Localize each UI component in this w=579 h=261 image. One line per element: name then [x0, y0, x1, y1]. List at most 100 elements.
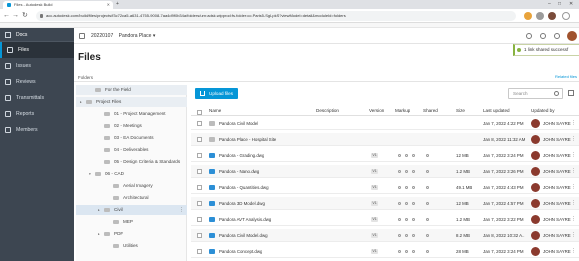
profile-avatar-icon[interactable] [548, 12, 556, 20]
folder-tree-item[interactable]: 03 - EA Documents [76, 133, 187, 143]
markup-icon [412, 186, 415, 189]
table-row[interactable]: Pandora AVT Analysis.dwg V1 1.2 MB Jan 7, 2… [191, 213, 579, 226]
new-tab-icon[interactable]: + [116, 0, 119, 8]
row-checkbox[interactable] [197, 121, 202, 126]
folder-tree-item[interactable]: Architectural [76, 193, 187, 203]
table-row[interactable]: Pandora Civil Model Jan 7, 2022 4:22 PM JO… [191, 117, 579, 130]
file-name: Pandora Civil Model [219, 121, 259, 126]
file-name-cell[interactable]: Pandora 3D Model.dwg [209, 197, 265, 210]
file-name-cell[interactable]: Pandora Civil Model.dwg [209, 229, 268, 242]
filter-icon[interactable] [568, 90, 574, 96]
version-badge[interactable]: V1 [371, 201, 378, 206]
back-icon[interactable]: ← [3, 10, 10, 22]
row-checkbox[interactable] [197, 249, 202, 254]
select-all-checkbox[interactable] [197, 110, 202, 115]
upload-files-button[interactable]: Upload files [195, 88, 238, 99]
row-more-icon[interactable]: ⋮ [571, 117, 576, 130]
folder-tree-item[interactable]: ▸ Project Files [76, 97, 187, 107]
url-field[interactable]: acc.autodesk.com/build/files/projects/f3… [36, 11, 516, 21]
sidebar-item-files[interactable]: Files [0, 42, 74, 58]
row-more-icon[interactable]: ⋮ [571, 133, 576, 146]
browser-tab[interactable]: Files - Autodesk Build ✕ [3, 1, 113, 9]
related-files-link[interactable]: Related files [555, 74, 577, 79]
close-window-icon[interactable]: ✕ [569, 0, 573, 8]
maximize-icon[interactable]: □ [558, 0, 561, 8]
table-row[interactable]: Pandora 3D Model.dwg V1 12 MB Jan 7, 2022 4… [191, 197, 579, 210]
version-badge[interactable]: V1 [371, 153, 378, 158]
row-checkbox[interactable] [197, 233, 202, 238]
column-header-markup[interactable]: Markup [395, 106, 410, 116]
table-row[interactable]: Pandora Place - Hospital Site Jan 8, 2022… [191, 133, 579, 146]
search-input[interactable]: Search [508, 88, 563, 99]
sidebar-item-reviews[interactable]: Reviews [0, 74, 74, 90]
folder-tree-item[interactable]: ▸ Civil ⋮ [76, 205, 187, 215]
row-checkbox[interactable] [197, 169, 202, 174]
folder-tree-item[interactable]: Aerial Imagery [76, 181, 187, 191]
table-row[interactable]: Pandora - Quantities.dwg V1 49.1 MB Jan 7, … [191, 181, 579, 194]
file-name-cell[interactable]: Pandora AVT Analysis.dwg [209, 213, 271, 226]
tab-folders[interactable]: Folders [78, 75, 93, 80]
folder-tree-item[interactable]: ▾ 06 - CAD [76, 169, 187, 179]
row-more-icon[interactable]: ⋮ [571, 229, 576, 242]
row-checkbox[interactable] [197, 217, 202, 222]
table-row[interactable]: Pandora - Nano.dwg V1 1.2 MB Jan 7, 2022 3:… [191, 165, 579, 178]
folder-tree-item[interactable]: For the Field [76, 85, 187, 95]
column-header-name[interactable]: Name [209, 106, 221, 116]
user-avatar[interactable] [567, 31, 577, 41]
browser-menu-icon[interactable] [562, 12, 570, 20]
sidebar-item-reports[interactable]: Reports [0, 106, 74, 122]
row-more-icon[interactable]: ⋮ [571, 245, 576, 258]
column-header-description[interactable]: Description [316, 106, 339, 116]
folder-tree-item[interactable]: 02 - Meetings [76, 121, 187, 131]
version-badge[interactable]: V1 [371, 249, 378, 254]
forward-icon[interactable]: → [12, 10, 19, 22]
folder-tree-item[interactable]: 05 - Design Criteria & Standards [76, 157, 187, 167]
module-switcher[interactable]: Docs [0, 28, 74, 42]
row-more-icon[interactable]: ⋮ [571, 213, 576, 226]
extensions-puzzle-icon[interactable] [536, 12, 544, 20]
row-checkbox[interactable] [197, 185, 202, 190]
row-more-icon[interactable]: ⋮ [571, 197, 576, 210]
column-header-updated-by[interactable]: Updated by [531, 106, 555, 116]
notifications-icon[interactable] [540, 33, 546, 39]
sidebar-item-issues[interactable]: Issues [0, 58, 74, 74]
row-more-icon[interactable]: ⋮ [571, 165, 576, 178]
version-badge[interactable]: V1 [371, 169, 378, 174]
file-name-cell[interactable]: Pandora Concept.dwg [209, 245, 262, 258]
table-row[interactable]: Pandora Concept.dwg V1 28 MB Jan 7, 2022 3:… [191, 245, 579, 258]
row-more-icon[interactable]: ⋮ [571, 149, 576, 162]
sidebar-item-members[interactable]: Members [0, 122, 74, 138]
file-name-cell[interactable]: Pandora - Grading.dwg [209, 149, 264, 162]
reload-icon[interactable]: ↻ [22, 10, 28, 22]
column-header-version[interactable]: Version [369, 106, 384, 116]
table-row[interactable]: Pandora Civil Model.dwg V1 8.2 MB Jan 8, 20… [191, 229, 579, 242]
project-selector[interactable]: 20220107 Pandora Place ▾ [91, 28, 155, 44]
minimize-icon[interactable]: – [548, 0, 551, 8]
column-header-last-updated[interactable]: Last updated [483, 106, 510, 116]
folder-more-icon[interactable]: ⋮ [179, 205, 184, 215]
version-badge[interactable]: V1 [371, 185, 378, 190]
extension-icon[interactable] [524, 12, 532, 20]
row-checkbox[interactable] [197, 153, 202, 158]
help-icon[interactable] [526, 33, 532, 39]
row-checkbox[interactable] [197, 137, 202, 142]
sidebar-item-transmittals[interactable]: Transmittals [0, 90, 74, 106]
file-name-cell[interactable]: Pandora - Quantities.dwg [209, 181, 269, 194]
row-checkbox[interactable] [197, 201, 202, 206]
folder-tree-item[interactable]: Utilities [76, 241, 187, 251]
apps-icon[interactable] [554, 33, 560, 39]
row-more-icon[interactable]: ⋮ [571, 181, 576, 194]
version-badge[interactable]: V1 [371, 217, 378, 222]
folder-tree-item[interactable]: 04 - Deliverables [76, 145, 187, 155]
file-name-cell[interactable]: Pandora - Nano.dwg [209, 165, 259, 178]
column-header-size[interactable]: Size [456, 106, 465, 116]
version-badge[interactable]: V1 [371, 233, 378, 238]
folder-tree-item[interactable]: 01 - Project Management [76, 109, 187, 119]
close-tab-icon[interactable]: ✕ [107, 1, 110, 9]
column-header-shared[interactable]: Shared [423, 106, 438, 116]
table-row[interactable]: Pandora - Grading.dwg V1 12 MB Jan 7, 2022 … [191, 149, 579, 162]
file-name-cell[interactable]: Pandora Civil Model [209, 117, 258, 130]
file-name-cell[interactable]: Pandora Place - Hospital Site [209, 133, 276, 146]
folder-tree-item[interactable]: ▸ PDF [76, 229, 187, 239]
folder-tree-item[interactable]: MEP [76, 217, 187, 227]
